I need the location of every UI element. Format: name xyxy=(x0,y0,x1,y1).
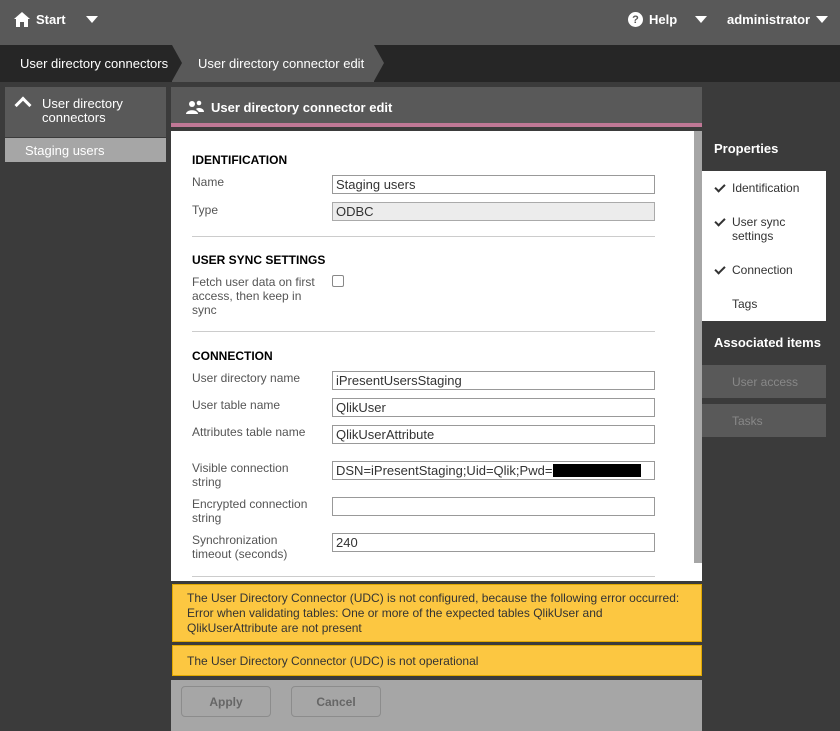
associated-item-label: User access xyxy=(732,375,799,389)
form-footer: Apply Cancel xyxy=(171,680,702,731)
section-title-identification: IDENTIFICATION xyxy=(192,153,288,167)
home-icon xyxy=(14,12,30,27)
divider xyxy=(192,236,655,237)
leftnav-item-staging-users[interactable]: Staging users xyxy=(5,138,166,162)
encrypted-connection-string-label: Encrypted connection string xyxy=(192,497,308,525)
user-table-name-label: User table name xyxy=(192,398,281,412)
type-input xyxy=(332,202,655,221)
properties-panel: Properties Identification User sync sett… xyxy=(702,127,840,731)
breadcrumb: User directory connectors User directory… xyxy=(0,45,840,82)
properties-list: Identification User sync settings Connec… xyxy=(702,171,826,321)
scrollbar[interactable] xyxy=(694,131,702,563)
form-panel: IDENTIFICATION Name Type USER SYNC SETTI… xyxy=(171,131,702,581)
attributes-table-name-label: Attributes table name xyxy=(192,425,306,439)
page-title: User directory connector edit xyxy=(211,100,393,115)
chevron-down-icon[interactable] xyxy=(85,16,98,23)
warning-alert: The User Directory Connector (UDC) is no… xyxy=(172,645,702,676)
properties-title: Properties xyxy=(714,141,779,156)
breadcrumb-separator xyxy=(172,45,182,81)
fetch-user-data-checkbox[interactable] xyxy=(332,275,344,287)
users-icon xyxy=(186,100,204,114)
visible-connection-string-value: DSN=iPresentStaging;Uid=Qlik;Pwd= xyxy=(336,463,553,478)
property-item-label: User sync settings xyxy=(732,215,786,243)
section-title-connection: CONNECTION xyxy=(192,349,273,363)
user-menu[interactable]: administrator xyxy=(727,12,829,27)
user-label: administrator xyxy=(727,12,811,27)
checkmark-icon xyxy=(714,215,726,227)
help-menu[interactable]: ? Help xyxy=(628,12,708,27)
top-bar: Start ? Help administrator xyxy=(0,0,840,45)
fetch-user-data-label: Fetch user data on first access, then ke… xyxy=(192,275,315,317)
start-menu[interactable]: Start xyxy=(14,12,98,27)
leftnav-header-label: User directory connectors xyxy=(42,96,123,125)
checkmark-icon xyxy=(714,181,726,193)
user-directory-name-input[interactable] xyxy=(332,371,655,390)
property-item-user-sync[interactable]: User sync settings xyxy=(714,215,822,243)
apply-button[interactable]: Apply xyxy=(181,686,271,717)
start-label: Start xyxy=(36,12,66,27)
associated-item-label: Tasks xyxy=(732,414,763,428)
leftnav-header[interactable]: User directory connectors xyxy=(5,87,166,137)
property-item-tags[interactable]: Tags xyxy=(732,297,757,311)
visible-connection-string-input[interactable]: DSN=iPresentStaging;Uid=Qlik;Pwd= xyxy=(332,461,655,480)
checkmark-icon xyxy=(714,263,726,275)
help-label: Help xyxy=(649,12,678,27)
divider xyxy=(192,576,655,577)
associated-item-tasks[interactable]: Tasks xyxy=(702,404,826,437)
section-title-user-sync: USER SYNC SETTINGS xyxy=(192,253,326,267)
help-icon: ? xyxy=(628,12,643,27)
divider xyxy=(192,331,655,332)
property-item-identification[interactable]: Identification xyxy=(714,181,800,195)
type-label: Type xyxy=(192,203,219,217)
property-item-label: Identification xyxy=(732,181,800,195)
associated-items-title: Associated items xyxy=(714,335,821,350)
sync-timeout-input[interactable] xyxy=(332,533,655,552)
breadcrumb-separator xyxy=(374,45,384,81)
attributes-table-name-input[interactable] xyxy=(332,425,655,444)
chevron-down-icon[interactable] xyxy=(695,16,708,23)
property-item-label: Connection xyxy=(732,263,793,277)
cancel-button[interactable]: Cancel xyxy=(291,686,381,717)
redacted-password xyxy=(553,464,642,477)
left-nav: User directory connectors Staging users xyxy=(5,87,166,162)
chevron-up-icon xyxy=(14,96,32,114)
property-item-connection[interactable]: Connection xyxy=(714,263,793,277)
leftnav-item-label: Staging users xyxy=(25,143,105,158)
sync-timeout-label: Synchronization timeout (seconds) xyxy=(192,533,288,561)
name-input[interactable] xyxy=(332,175,655,194)
associated-item-user-access[interactable]: User access xyxy=(702,365,826,398)
name-label: Name xyxy=(192,175,225,189)
breadcrumb-item-connectors[interactable]: User directory connectors xyxy=(20,56,168,71)
visible-connection-string-label: Visible connection string xyxy=(192,461,289,489)
breadcrumb-item-current: User directory connector edit xyxy=(198,56,365,71)
main-header: User directory connector edit xyxy=(171,87,702,127)
chevron-down-icon[interactable] xyxy=(816,16,829,23)
scrollbar-track xyxy=(694,563,702,581)
property-item-label: Tags xyxy=(732,297,758,311)
user-directory-name-label: User directory name xyxy=(192,371,301,385)
error-alert: The User Directory Connector (UDC) is no… xyxy=(172,584,702,642)
encrypted-connection-string-input[interactable] xyxy=(332,497,655,516)
user-table-name-input[interactable] xyxy=(332,398,655,417)
